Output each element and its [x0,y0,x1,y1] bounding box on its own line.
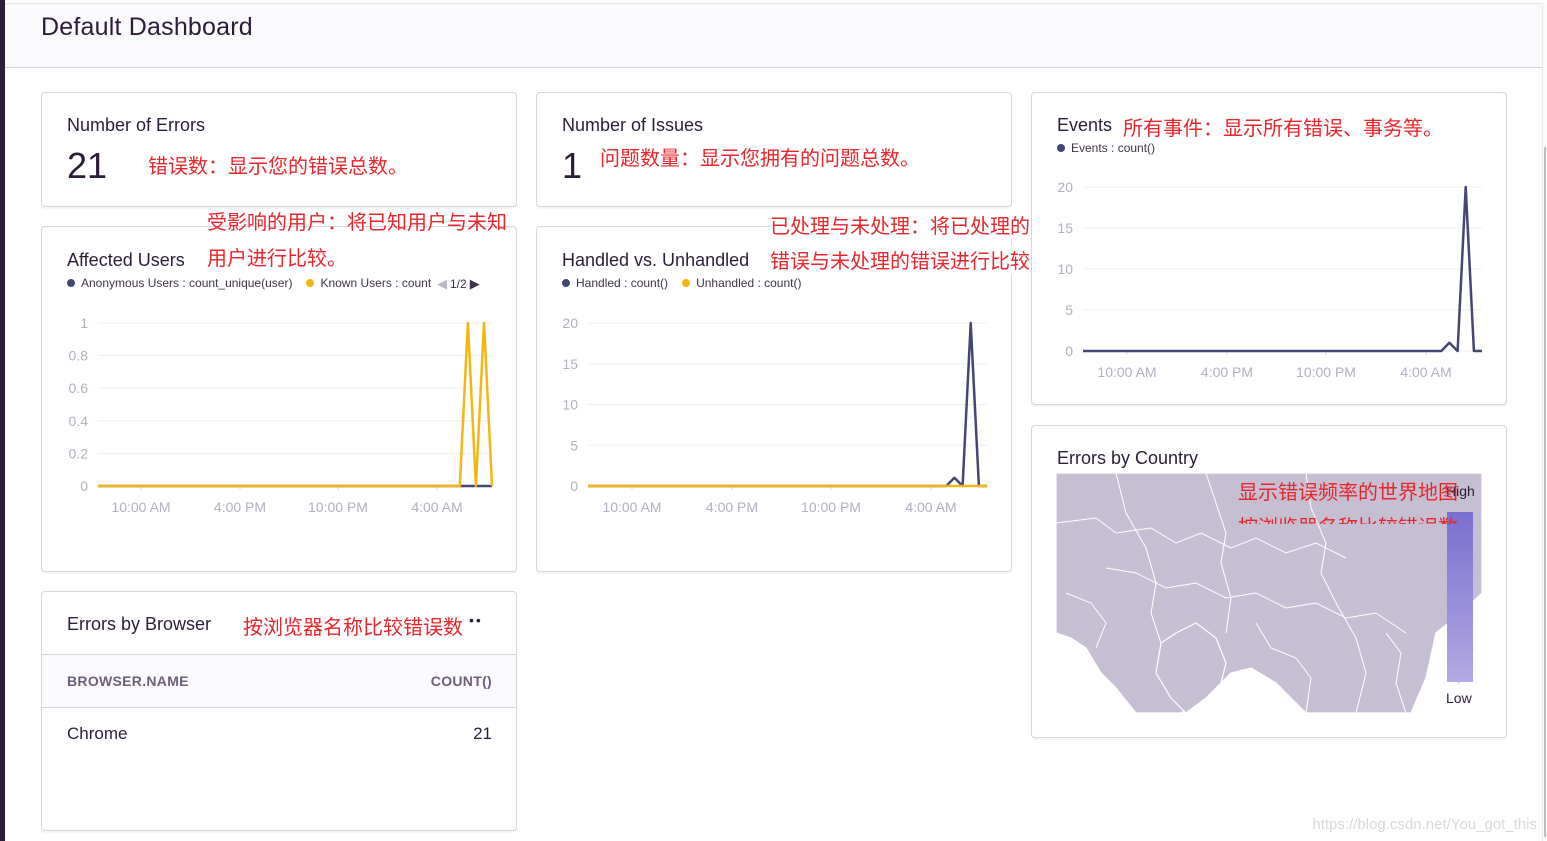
y-tick-label: 5 [1065,302,1073,318]
x-tick-label: 4:00 PM [214,499,266,515]
table-header: BROWSER.NAME COUNT() [42,654,516,708]
annotation-handled-line-2: 错误与未处理的错误进行比较 [770,245,1030,274]
world-map[interactable] [1056,473,1482,713]
widget-title: Number of Errors [67,115,206,135]
annotation-affected-users-line-1: 受影响的用户：将已知用户与未知 [207,210,507,234]
annotation-affected-users-line-2: 用户进行比较。 [207,246,347,270]
x-tick-label: 4:00 AM [411,499,462,515]
annotation-country-line-2: 按浏览器名称比较错误数 [1238,511,1458,524]
y-tick-label: 0 [1065,343,1073,359]
x-tick-label: 4:00 AM [1400,364,1451,380]
widget-title: Errors by Browser [67,614,212,634]
affected-users-line-chart: 0 0.2 0.4 0.6 0.8 1 10:00 AM 4:00 PM 10:00 PM 4:0… [69,315,494,515]
scrollbar[interactable] [1544,147,1546,837]
series-line [98,321,494,488]
annotation-errors: 错误数：显示您的错误总数。 [148,154,408,178]
y-tick-label: 5 [570,437,578,453]
page-title: Default Dashboard [41,13,253,41]
widget-handled-vs-unhandled[interactable]: Handled vs. Unhandled Handled : count() … [536,226,1012,572]
widget-affected-users[interactable]: Affected Users Anonymous Users : count_u… [41,226,517,572]
issue-count-value: 1 [562,145,583,186]
widget-title: Errors by Country [1057,448,1199,468]
y-tick-label: 20 [562,315,578,331]
x-tick-label: 10:00 PM [308,499,368,515]
y-tick-label: 15 [1057,220,1073,236]
column-header-count[interactable]: COUNT() [431,673,492,689]
y-tick-label: 0.4 [69,413,89,429]
watermark: https://blog.csdn.net/You_got_this [1312,816,1537,833]
annotation-browser: 按浏览器名称比较错误数 [243,615,463,639]
annotation-handled-line-1: 已处理与未处理：将已处理的 [770,210,1030,239]
y-tick-label: 0.2 [69,445,89,461]
x-tick-label: 10:00 PM [801,499,861,515]
sidebar-edge [0,0,5,841]
map-scale-low-label: Low [1446,690,1472,706]
x-tick-label: 10:00 AM [111,499,170,515]
x-tick-label: 10:00 PM [1296,364,1356,380]
dashboard-header: Default Dashboard [5,3,1542,68]
y-tick-label: 0.6 [69,380,89,396]
x-tick-label: 4:00 AM [905,499,956,515]
error-count-value: 21 [67,145,108,186]
y-tick-label: 15 [562,356,578,372]
y-tick-label: 10 [562,397,578,413]
browser-count-cell: 21 [473,724,492,743]
x-tick-label: 10:00 AM [602,499,661,515]
y-tick-label: 10 [1057,261,1073,277]
widget-title: Number of Issues [562,115,704,135]
browser-name-cell[interactable]: Chrome [67,724,127,744]
y-tick-label: 0 [80,478,88,494]
annotation-country-line-1: 显示错误频率的世界地图 [1238,480,1458,504]
x-tick-label: 4:00 PM [706,499,758,515]
column-header-browser-name[interactable]: BROWSER.NAME [67,673,189,689]
y-tick-label: 1 [80,315,88,331]
annotation-issues: 问题数量：显示您拥有的问题总数。 [600,146,920,170]
y-tick-label: 20 [1057,179,1073,195]
map-scale-bar [1447,512,1473,682]
y-tick-label: 0 [570,478,578,494]
widget-errors-by-country[interactable]: Errors by Country High Low [1031,425,1507,738]
annotation-events: 所有事件：显示所有错误、事务等。 [1123,116,1443,140]
x-tick-label: 4:00 PM [1201,364,1253,380]
y-tick-label: 0.8 [69,348,89,364]
x-tick-label: 10:00 AM [1097,364,1156,380]
table-row[interactable]: Chrome 21 [42,709,516,757]
handled-unhandled-line-chart: 0 5 10 15 20 10:00 AM 4:00 PM 10:00 PM 4:00 AM [562,315,987,515]
widget-menu-icon[interactable]: •• [469,612,483,628]
